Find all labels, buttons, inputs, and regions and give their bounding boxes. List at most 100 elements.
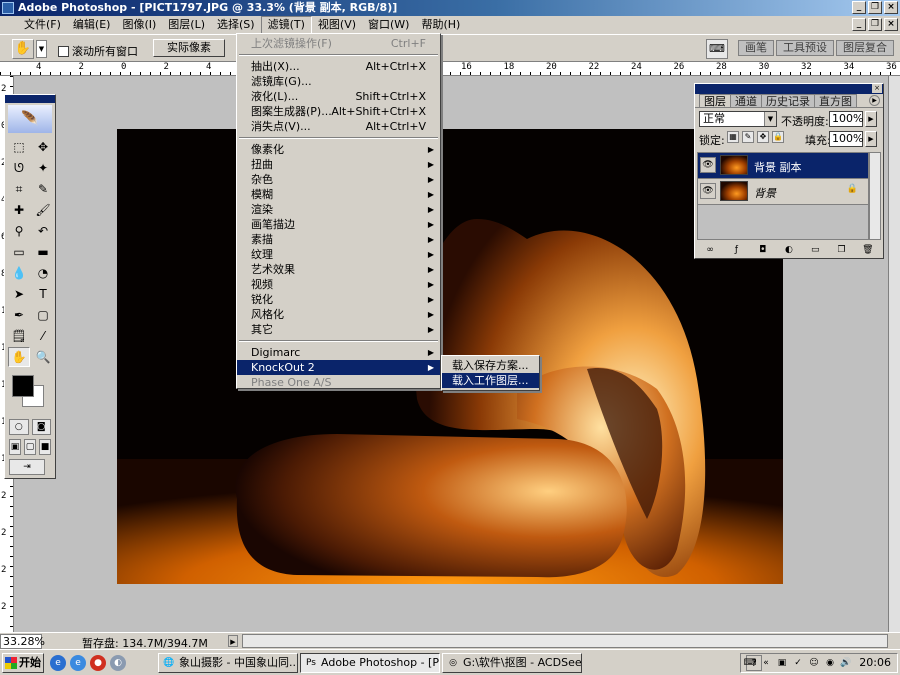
desktop-icon[interactable]: ◐ <box>110 655 126 671</box>
layer-row-background-copy[interactable]: 👁 背景 副本 <box>698 153 868 179</box>
menu-item-texture[interactable]: 纹理 ▶ <box>237 247 440 262</box>
menu-file[interactable]: 文件(F) <box>18 16 67 34</box>
ie-icon[interactable]: e <box>70 655 86 671</box>
hand-tool-icon[interactable]: ✋ <box>8 347 30 367</box>
opacity-slider-button[interactable]: ▶ <box>865 111 877 127</box>
blur-tool-icon[interactable]: 💧 <box>8 263 30 283</box>
hand-tool-preset-icon[interactable]: ✋ <box>12 39 34 59</box>
tab-history[interactable]: 历史记录 <box>761 94 815 108</box>
restore-button[interactable]: ❐ <box>868 1 882 14</box>
lock-transparency-icon[interactable]: ▦ <box>727 131 739 143</box>
menu-item-pattern-maker[interactable]: 图案生成器(P)... Alt+Shift+Ctrl+X <box>237 104 440 119</box>
tray-chevron-icon[interactable]: « <box>759 656 773 670</box>
palette-menu-icon[interactable]: ▶ <box>869 95 880 106</box>
crop-tool-icon[interactable]: ⌗ <box>8 179 30 199</box>
eraser-tool-icon[interactable]: ▭ <box>8 242 30 262</box>
task-xiangshan-photo[interactable]: 🌐 象山摄影 - 中国象山同... <box>158 653 298 673</box>
foreground-color-swatch[interactable] <box>12 375 34 397</box>
actual-pixels-button[interactable]: 实际像素 <box>153 39 225 57</box>
history-brush-tool-icon[interactable]: ↶ <box>32 221 54 241</box>
adjustment-layer-icon[interactable]: ◐ <box>782 245 796 255</box>
menu-window[interactable]: 窗口(W) <box>362 16 415 34</box>
menu-view[interactable]: 视图(V) <box>312 16 362 34</box>
ime-icon[interactable]: ⌨ <box>743 656 757 670</box>
menu-item-liquify[interactable]: 液化(L)... Shift+Ctrl+X <box>237 89 440 104</box>
doc-restore-button[interactable]: ❐ <box>868 18 882 31</box>
menu-edit[interactable]: 编辑(E) <box>67 16 117 34</box>
standard-mode-icon[interactable]: ○ <box>9 419 29 435</box>
delete-layer-icon[interactable]: 🗑 <box>861 245 875 255</box>
menu-item-load-saved-scheme[interactable]: 载入保存方案... <box>442 358 539 373</box>
volume-icon[interactable]: 🔊 <box>839 656 853 670</box>
shape-tool-icon[interactable]: ▢ <box>32 305 54 325</box>
close-icon[interactable]: × <box>872 84 882 93</box>
jump-to-imageready-icon[interactable]: ⇥ <box>9 459 45 475</box>
photoshop-feather-logo[interactable]: 🪶 <box>8 105 52 133</box>
antivirus-icon[interactable]: ◉ <box>823 656 837 670</box>
browser-icon[interactable]: e <box>50 655 66 671</box>
palette-well-icon[interactable]: ⌨ <box>706 39 728 59</box>
menu-help[interactable]: 帮助(H) <box>415 16 466 34</box>
opacity-input[interactable]: 100% <box>829 111 863 127</box>
layer-row-background[interactable]: 👁 背景 🔒 <box>698 179 868 205</box>
menu-item-blur[interactable]: 模糊 ▶ <box>237 187 440 202</box>
type-tool-icon[interactable]: T <box>32 284 54 304</box>
menu-select[interactable]: 选择(S) <box>211 16 261 34</box>
status-menu-icon[interactable]: ▶ <box>228 635 238 647</box>
start-button[interactable]: 开始 <box>2 653 44 673</box>
standard-screen-mode-icon[interactable]: ▣ <box>9 439 21 455</box>
well-tool-presets[interactable]: 工具预设 <box>776 40 834 56</box>
menu-item-phase-one[interactable]: Phase One A/S <box>237 375 440 390</box>
menu-item-knockout[interactable]: KnockOut 2 ▶ <box>237 360 440 375</box>
move-tool-icon[interactable]: ✥ <box>32 137 54 157</box>
doc-minimize-button[interactable]: _ <box>852 18 866 31</box>
close-button[interactable]: × <box>884 1 898 14</box>
scroll-all-windows-checkbox[interactable]: 滚动所有窗口 <box>58 43 138 59</box>
horizontal-scrollbar[interactable] <box>242 634 888 648</box>
blend-mode-select[interactable]: 正常 ▼ <box>699 111 777 127</box>
doc-close-button[interactable]: × <box>884 18 898 31</box>
menu-item-load-working-layer[interactable]: 载入工作图层... <box>442 373 539 388</box>
menu-item-sketch[interactable]: 素描 ▶ <box>237 232 440 247</box>
zoom-level-input[interactable]: 33.28% <box>0 634 45 649</box>
layer-style-icon[interactable]: ƒ <box>729 245 743 255</box>
gradient-tool-icon[interactable]: ▬ <box>32 242 54 262</box>
menu-layer[interactable]: 图层(L) <box>162 16 211 34</box>
eye-icon[interactable]: 👁 <box>700 157 716 173</box>
menu-item-sharpen[interactable]: 锐化 ▶ <box>237 292 440 307</box>
well-layer-comps[interactable]: 图层复合 <box>836 40 894 56</box>
menu-item-digimarc[interactable]: Digimarc ▶ <box>237 345 440 360</box>
menu-item-extract[interactable]: 抽出(X)... Alt+Ctrl+X <box>237 59 440 74</box>
tools-palette-titlebar[interactable] <box>5 95 55 103</box>
brush-tool-icon[interactable]: 🖌 <box>32 200 54 220</box>
lock-image-icon[interactable]: ✎ <box>742 131 754 143</box>
menu-filter[interactable]: 滤镜(T) <box>260 16 312 34</box>
task-photoshop[interactable]: Ps Adobe Photoshop - [PIC... <box>300 653 440 673</box>
menu-item-other[interactable]: 其它 ▶ <box>237 322 440 337</box>
menu-item-noise[interactable]: 杂色 ▶ <box>237 172 440 187</box>
minimize-button[interactable]: _ <box>852 1 866 14</box>
menu-item-video[interactable]: 视频 ▶ <box>237 277 440 292</box>
vertical-scrollbar[interactable] <box>888 76 900 632</box>
new-layer-icon[interactable]: ❐ <box>835 245 849 255</box>
healing-brush-tool-icon[interactable]: ✚ <box>8 200 30 220</box>
menu-image[interactable]: 图像(I) <box>116 16 162 34</box>
menu-item-artistic[interactable]: 艺术效果 ▶ <box>237 262 440 277</box>
marquee-tool-icon[interactable]: ⬚ <box>8 137 30 157</box>
lasso-tool-icon[interactable]: ᘎ <box>8 158 30 178</box>
eyedropper-tool-icon[interactable]: ⁄ <box>32 326 54 346</box>
tool-preset-dropdown-icon[interactable]: ▼ <box>36 40 47 58</box>
tab-layers[interactable]: 图层 <box>699 94 731 108</box>
security-icon[interactable]: ✓ <box>791 656 805 670</box>
zoom-tool-icon[interactable]: 🔍 <box>32 347 54 367</box>
dodge-tool-icon[interactable]: ◔ <box>32 263 54 283</box>
full-screen-mode-icon[interactable]: ■ <box>39 439 51 455</box>
menu-item-filter-gallery[interactable]: 滤镜库(G)... <box>237 74 440 89</box>
full-screen-menu-mode-icon[interactable]: ▢ <box>24 439 36 455</box>
menu-item-pixelate[interactable]: 像素化 ▶ <box>237 142 440 157</box>
menu-item-brush-strokes[interactable]: 画笔描边 ▶ <box>237 217 440 232</box>
lock-all-icon[interactable]: 🔒 <box>772 131 784 143</box>
layer-mask-icon[interactable]: ◘ <box>756 245 770 255</box>
tab-histogram[interactable]: 直方图 <box>814 94 857 108</box>
pen-tool-icon[interactable]: ✒ <box>8 305 30 325</box>
